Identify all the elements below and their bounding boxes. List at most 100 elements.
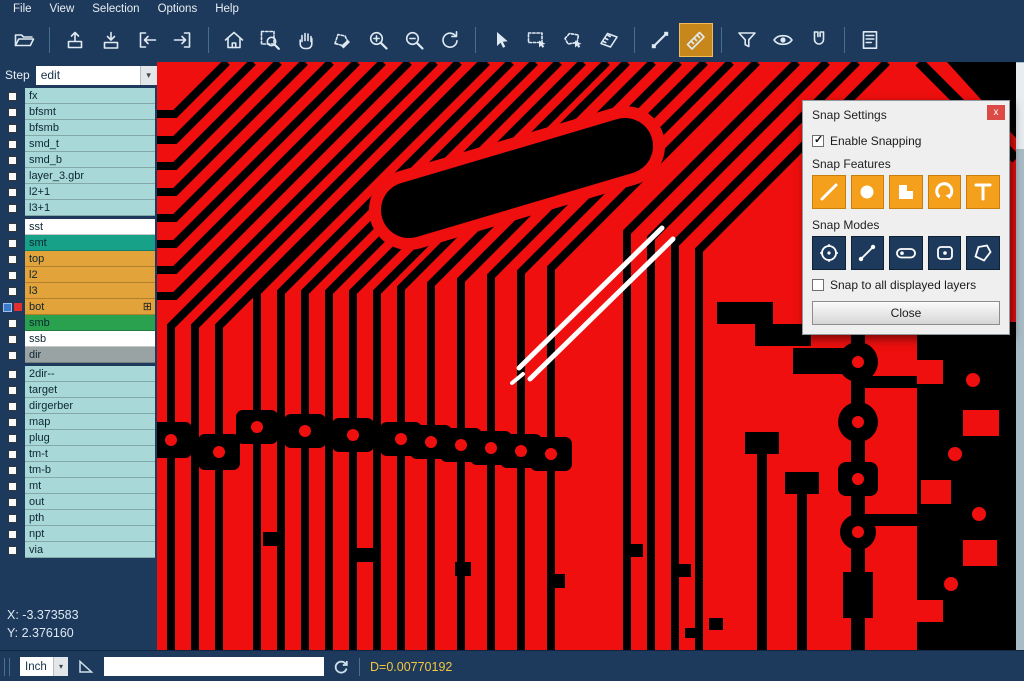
layer-checkbox-tm-t[interactable] xyxy=(8,450,17,459)
layer-name-fx[interactable]: fx xyxy=(25,88,155,104)
snap-mode-line-button[interactable] xyxy=(851,236,885,270)
snap-feature-pad-button[interactable] xyxy=(851,175,885,209)
layer-checkbox-target[interactable] xyxy=(8,386,17,395)
scrollbar-thumb[interactable] xyxy=(1016,63,1024,149)
refresh-icon[interactable] xyxy=(333,659,349,675)
close-button[interactable]: Close xyxy=(812,301,1000,325)
snap-feature-line-button[interactable] xyxy=(812,175,846,209)
layer-name-plug[interactable]: plug xyxy=(25,430,155,446)
layer-name-bfsmb[interactable]: bfsmb xyxy=(25,120,155,136)
layer-checkbox-bfsmt[interactable] xyxy=(8,108,17,117)
layer-name-bfsmt[interactable]: bfsmt xyxy=(25,104,155,120)
layer-checkbox-fx[interactable] xyxy=(8,92,17,101)
snap-mode-contour-button[interactable] xyxy=(966,236,1000,270)
layer-checkbox-map[interactable] xyxy=(8,418,17,427)
layer-checkbox-out[interactable] xyxy=(8,498,17,507)
toolbar-report-button[interactable] xyxy=(853,23,887,57)
layer-checkbox-bfsmb[interactable] xyxy=(8,124,17,133)
layer-checkbox-dir[interactable] xyxy=(8,351,17,360)
toolbar-select-rectangle-button[interactable] xyxy=(520,23,554,57)
snap-feature-arc-button[interactable] xyxy=(928,175,962,209)
layer-name-map[interactable]: map xyxy=(25,414,155,430)
dialog-close-button[interactable]: x xyxy=(987,105,1005,120)
layer-checkbox-tm-b[interactable] xyxy=(8,466,17,475)
layer-name-mt[interactable]: mt xyxy=(25,478,155,494)
command-input[interactable] xyxy=(104,657,324,676)
snap-mode-slot-button[interactable] xyxy=(889,236,923,270)
layer-name-smb[interactable]: smb xyxy=(25,315,155,331)
snap-all-layers-row[interactable]: Snap to all displayed layers xyxy=(812,278,1000,292)
menu-help[interactable]: Help xyxy=(206,3,248,15)
layer-checkbox-pth[interactable] xyxy=(8,514,17,523)
layer-name-tm-b[interactable]: tm-b xyxy=(25,462,155,478)
layer-name-layer_3.gbr[interactable]: layer_3.gbr xyxy=(25,168,155,184)
layer-name-smt[interactable]: smt xyxy=(25,235,155,251)
layer-checkbox-layer_3.gbr[interactable] xyxy=(8,172,17,181)
toolbar-zoom-window-button[interactable] xyxy=(253,23,287,57)
toolbar-shift-right-button[interactable] xyxy=(166,23,200,57)
layer-name-l3[interactable]: l3 xyxy=(25,283,155,299)
layer-checkbox-smd_t[interactable] xyxy=(8,140,17,149)
enable-snapping-checkbox[interactable] xyxy=(812,135,824,147)
toolbar-measure-button[interactable] xyxy=(592,23,626,57)
layer-name-dir[interactable]: dir xyxy=(25,347,155,363)
layer-name-l3+1[interactable]: l3+1 xyxy=(25,200,155,216)
layer-name-ssb[interactable]: ssb xyxy=(25,331,155,347)
snap-all-layers-checkbox[interactable] xyxy=(812,279,824,291)
layer-checkbox-top[interactable] xyxy=(8,255,17,264)
menu-view[interactable]: View xyxy=(41,3,84,15)
snap-mode-pad-button[interactable] xyxy=(928,236,962,270)
layer-name-npt[interactable]: npt xyxy=(25,526,155,542)
layer-checkbox-l2[interactable] xyxy=(8,271,17,280)
layer-name-target[interactable]: target xyxy=(25,382,155,398)
layer-name-out[interactable]: out xyxy=(25,494,155,510)
chevron-down-icon[interactable] xyxy=(140,66,157,85)
layer-checkbox-smd_b[interactable] xyxy=(8,156,17,165)
layer-name-sst[interactable]: sst xyxy=(25,219,155,235)
layer-checkbox-l3+1[interactable] xyxy=(8,204,17,213)
menu-selection[interactable]: Selection xyxy=(83,3,148,15)
layer-checkbox-sst[interactable] xyxy=(8,223,17,232)
toolbar-line-tool-button[interactable] xyxy=(643,23,677,57)
snap-feature-surface-button[interactable] xyxy=(889,175,923,209)
layer-name-l2[interactable]: l2 xyxy=(25,267,155,283)
layer-name-smd_t[interactable]: smd_t xyxy=(25,136,155,152)
toolbar-shift-left-button[interactable] xyxy=(130,23,164,57)
chevron-down-icon[interactable] xyxy=(53,657,68,676)
enable-snapping-row[interactable]: Enable Snapping xyxy=(812,134,1000,148)
layer-checkbox-npt[interactable] xyxy=(8,530,17,539)
layer-checkbox-via[interactable] xyxy=(8,546,17,555)
toolbar-select-polygon-button[interactable] xyxy=(556,23,590,57)
layer-checkbox-smt[interactable] xyxy=(8,239,17,248)
toolbar-open-file-button[interactable] xyxy=(7,23,41,57)
toolbar-select-pointer-button[interactable] xyxy=(484,23,518,57)
layer-checkbox-dirgerber[interactable] xyxy=(8,402,17,411)
layer-name-l2+1[interactable]: l2+1 xyxy=(25,184,155,200)
toolbar-import-bottom-button[interactable] xyxy=(94,23,128,57)
toolbar-snap-button[interactable] xyxy=(802,23,836,57)
toolbar-zoom-out-button[interactable] xyxy=(397,23,431,57)
toolbar-pan-button[interactable] xyxy=(289,23,323,57)
layer-checkbox-bot[interactable] xyxy=(3,303,12,312)
layer-name-smd_b[interactable]: smd_b xyxy=(25,152,155,168)
snap-feature-text-button[interactable] xyxy=(966,175,1000,209)
toolbar-zoom-in-button[interactable] xyxy=(361,23,395,57)
unit-dropdown[interactable]: Inch xyxy=(20,657,68,676)
step-dropdown[interactable]: edit xyxy=(36,66,157,85)
toolbar-zoom-previous-button[interactable] xyxy=(433,23,467,57)
menu-options[interactable]: Options xyxy=(149,3,207,15)
toolbar-export-top-button[interactable] xyxy=(58,23,92,57)
toolbar-ruler-button[interactable] xyxy=(679,23,713,57)
menu-file[interactable]: File xyxy=(4,3,41,15)
layer-name-bot[interactable]: bot⊞ xyxy=(25,299,155,315)
layer-checkbox-smb[interactable] xyxy=(8,319,17,328)
layer-checkbox-l3[interactable] xyxy=(8,287,17,296)
vertical-scrollbar[interactable] xyxy=(1016,62,1024,650)
layer-name-tm-t[interactable]: tm-t xyxy=(25,446,155,462)
toolbar-visibility-button[interactable] xyxy=(766,23,800,57)
layer-name-via[interactable]: via xyxy=(25,542,155,558)
layer-checkbox-plug[interactable] xyxy=(8,434,17,443)
layer-checkbox-2dir--[interactable] xyxy=(8,370,17,379)
layer-checkbox-ssb[interactable] xyxy=(8,335,17,344)
snap-mode-center-button[interactable] xyxy=(812,236,846,270)
